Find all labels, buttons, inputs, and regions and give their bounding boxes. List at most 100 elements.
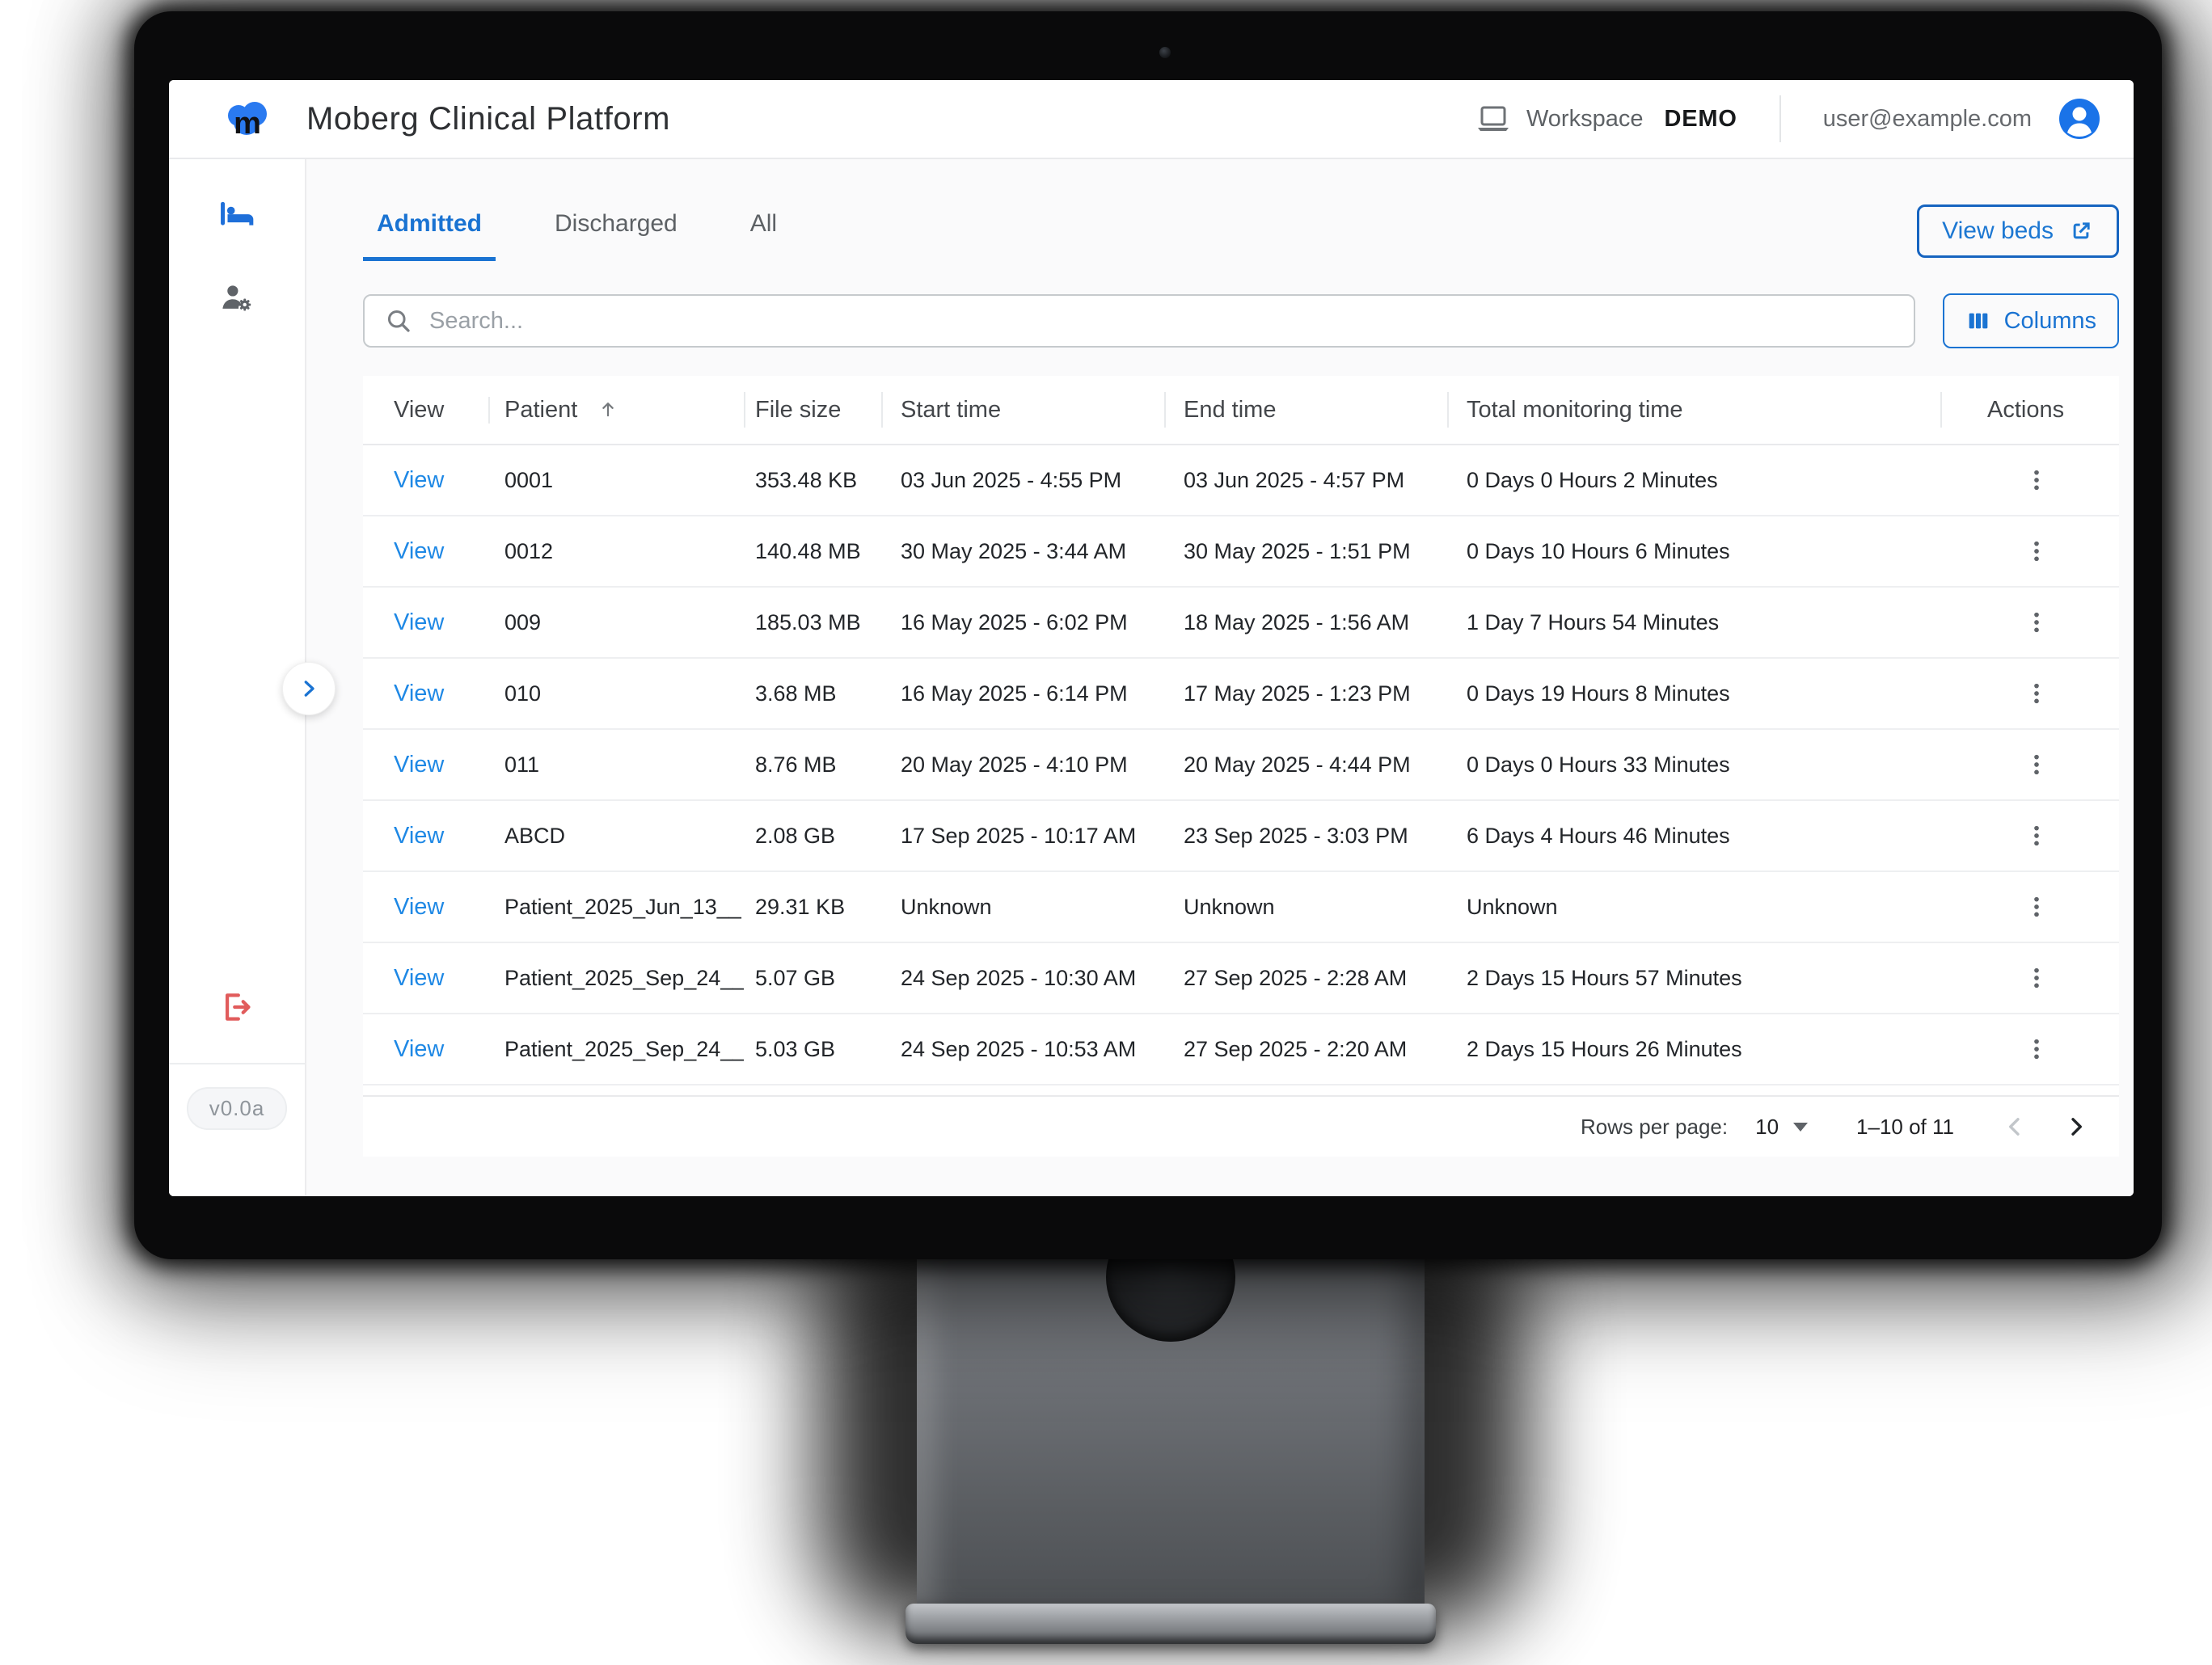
patient-cell: Patient_2025_Sep_24__… <box>488 1037 744 1062</box>
next-page-button[interactable] <box>2058 1108 2095 1145</box>
start-time-cell: 24 Sep 2025 - 10:53 AM <box>881 1037 1164 1062</box>
moberg-logo-icon: m <box>222 99 272 138</box>
kebab-menu-icon <box>2023 751 2050 778</box>
monitor-stand-base <box>905 1604 1436 1644</box>
file-size-cell: 29.31 KB <box>744 895 881 920</box>
start-time-cell: 30 May 2025 - 3:44 AM <box>881 539 1164 564</box>
column-header-start-time[interactable]: Start time <box>881 397 1164 424</box>
tab-admitted[interactable]: Admitted <box>363 210 496 261</box>
view-link[interactable]: View <box>394 467 444 493</box>
view-link[interactable]: View <box>394 681 444 706</box>
chevron-left-icon <box>2001 1113 2028 1140</box>
columns-button[interactable]: Columns <box>1943 293 2119 348</box>
total-time-cell: 0 Days 19 Hours 8 Minutes <box>1447 681 1940 706</box>
kebab-menu-icon <box>2023 537 2050 565</box>
total-time-cell: 0 Days 0 Hours 33 Minutes <box>1447 752 1940 778</box>
column-header-view[interactable]: View <box>363 397 488 424</box>
sidebar-expand-button[interactable] <box>282 662 336 715</box>
tabs-row: Admitted Discharged All View beds <box>363 204 2119 266</box>
row-actions-button[interactable] <box>2016 673 2057 714</box>
end-time-cell: 27 Sep 2025 - 2:20 AM <box>1164 1037 1447 1062</box>
sidebar-item-user-management[interactable] <box>218 279 255 316</box>
row-actions-button[interactable] <box>2016 531 2057 571</box>
column-header-end-time[interactable]: End time <box>1164 397 1447 424</box>
view-link[interactable]: View <box>394 1036 444 1062</box>
end-time-cell: 27 Sep 2025 - 2:28 AM <box>1164 966 1447 991</box>
kebab-menu-icon <box>2023 964 2050 992</box>
patient-cell: Patient_2025_Jun_13__… <box>488 895 744 920</box>
user-avatar[interactable] <box>2059 99 2100 139</box>
view-link[interactable]: View <box>394 965 444 991</box>
header-divider <box>1779 95 1781 142</box>
table-row: View Patient_2025_Sep_24__… 5.03 GB 24 S… <box>363 1014 2119 1085</box>
svg-text:m: m <box>234 107 261 138</box>
column-header-file-size[interactable]: File size <box>744 397 881 424</box>
file-size-cell: 140.48 MB <box>744 539 881 564</box>
monitor-bezel: m Moberg Clinical Platform Workspace DEM… <box>134 11 2162 1259</box>
column-header-total-time[interactable]: Total monitoring time <box>1447 397 1940 424</box>
columns-icon <box>1965 308 1991 334</box>
view-link[interactable]: View <box>394 609 444 635</box>
total-time-cell: 0 Days 10 Hours 6 Minutes <box>1447 539 1940 564</box>
sort-ascending-icon <box>597 398 619 420</box>
app-body: v0.0a Admitted Discharged All <box>169 159 2134 1196</box>
search-input[interactable] <box>429 308 1894 335</box>
file-size-cell: 185.03 MB <box>744 610 881 635</box>
view-link[interactable]: View <box>394 752 444 778</box>
view-link[interactable]: View <box>394 894 444 920</box>
user-email: user@example.com <box>1823 106 2032 133</box>
workspace-label: Workspace <box>1526 106 1644 133</box>
previous-page-button[interactable] <box>1996 1108 2033 1145</box>
file-size-cell: 2.08 GB <box>744 824 881 849</box>
table-row: View 009 185.03 MB 16 May 2025 - 6:02 PM… <box>363 588 2119 659</box>
table-row: View 0001 353.48 KB 03 Jun 2025 - 4:55 P… <box>363 445 2119 516</box>
table-header-row: View Patient File size Start time End ti… <box>363 376 2119 445</box>
kebab-menu-icon <box>2023 822 2050 849</box>
patient-cell: 009 <box>488 610 744 635</box>
webcam-dot <box>1159 47 1171 58</box>
kebab-menu-icon <box>2023 893 2050 921</box>
row-actions-button[interactable] <box>2016 958 2057 998</box>
main-content: Admitted Discharged All View beds <box>306 159 2134 1196</box>
start-time-cell: 17 Sep 2025 - 10:17 AM <box>881 824 1164 849</box>
row-actions-button[interactable] <box>2016 460 2057 500</box>
row-actions-button[interactable] <box>2016 602 2057 643</box>
column-header-patient[interactable]: Patient <box>488 397 744 424</box>
caret-down-icon <box>1793 1123 1808 1132</box>
rows-per-page-value: 10 <box>1755 1115 1779 1140</box>
end-time-cell: Unknown <box>1164 895 1447 920</box>
view-beds-button[interactable]: View beds <box>1917 204 2119 258</box>
start-time-cell: 16 May 2025 - 6:02 PM <box>881 610 1164 635</box>
start-time-cell: Unknown <box>881 895 1164 920</box>
row-actions-button[interactable] <box>2016 1029 2057 1069</box>
total-time-cell: 1 Day 7 Hours 54 Minutes <box>1447 610 1940 635</box>
chevron-right-icon <box>2062 1113 2090 1140</box>
file-size-cell: 5.07 GB <box>744 966 881 991</box>
file-size-cell: 353.48 KB <box>744 468 881 493</box>
external-link-icon <box>2068 218 2094 244</box>
tab-discharged[interactable]: Discharged <box>541 210 691 261</box>
patient-cell: 011 <box>488 752 744 778</box>
column-header-patient-label: Patient <box>504 397 577 423</box>
view-beds-label: View beds <box>1942 217 2054 245</box>
version-badge: v0.0a <box>187 1087 288 1130</box>
row-actions-button[interactable] <box>2016 744 2057 785</box>
bed-icon <box>218 195 255 232</box>
search-box <box>363 294 1915 348</box>
start-time-cell: 16 May 2025 - 6:14 PM <box>881 681 1164 706</box>
logout-button[interactable] <box>218 988 255 1026</box>
total-time-cell: 6 Days 4 Hours 46 Minutes <box>1447 824 1940 849</box>
sidebar-divider <box>169 1063 305 1064</box>
view-link[interactable]: View <box>394 538 444 564</box>
file-size-cell: 8.76 MB <box>744 752 881 778</box>
view-link[interactable]: View <box>394 823 444 849</box>
end-time-cell: 17 May 2025 - 1:23 PM <box>1164 681 1447 706</box>
row-actions-button[interactable] <box>2016 816 2057 856</box>
app-window: m Moberg Clinical Platform Workspace DEM… <box>169 80 2134 1196</box>
patient-cell: ABCD <box>488 824 744 849</box>
tab-all[interactable]: All <box>737 210 791 261</box>
row-actions-button[interactable] <box>2016 887 2057 927</box>
sidebar-item-beds[interactable] <box>218 195 255 232</box>
patient-cell: 0001 <box>488 468 744 493</box>
rows-per-page-select[interactable]: 10 <box>1755 1115 1808 1140</box>
